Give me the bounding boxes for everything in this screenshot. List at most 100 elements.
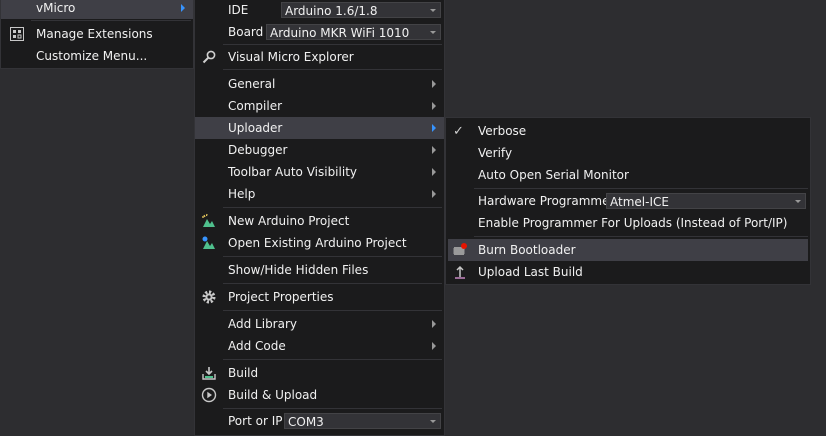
menu-item-compiler[interactable]: Compiler <box>195 95 444 117</box>
menu-item-show-hide-hidden-files[interactable]: Show/Hide Hidden Files <box>195 259 444 281</box>
chevron-down-icon <box>430 420 436 423</box>
upload-icon <box>452 264 468 280</box>
menu-item-manage-extensions[interactable]: Manage Extensions <box>1 23 193 45</box>
menu-item-build-upload[interactable]: Build & Upload <box>195 384 444 406</box>
play-circle-icon <box>201 387 217 403</box>
menu-item-label: Compiler <box>228 99 283 113</box>
menu-item-visual-micro-explorer[interactable]: Visual Micro Explorer <box>195 46 444 68</box>
menu-item-vmicro[interactable]: vMicro <box>1 0 193 19</box>
submenu-arrow-icon <box>432 124 436 132</box>
menu-item-label: Toolbar Auto Visibility <box>228 165 357 179</box>
menu-item-general[interactable]: General <box>195 73 444 95</box>
menu-separator <box>31 20 191 21</box>
menu-item-label: Debugger <box>228 143 288 157</box>
submenu-arrow-icon <box>432 80 436 88</box>
menu-item-label: Manage Extensions <box>36 27 153 41</box>
menu-item-label: General <box>228 77 276 91</box>
menu-item-project-properties[interactable]: Project Properties <box>195 286 444 308</box>
hardware-programmer-row: Hardware Programmer Atmel-ICE <box>446 190 810 212</box>
menu-item-help[interactable]: Help <box>195 183 444 205</box>
menu-item-debugger[interactable]: Debugger <box>195 139 444 161</box>
submenu-arrow-icon <box>432 102 436 110</box>
menu-item-label: Upload Last Build <box>478 265 583 279</box>
menu-item-upload-last-build[interactable]: Upload Last Build <box>446 261 810 283</box>
menu-separator <box>223 69 442 70</box>
port-row: Port or IP COM3 <box>195 410 444 432</box>
menu-item-enable-programmer[interactable]: Enable Programmer For Uploads (Instead o… <box>446 212 810 234</box>
menu-item-toolbar-auto-visibility[interactable]: Toolbar Auto Visibility <box>195 161 444 183</box>
gear-icon <box>201 289 217 305</box>
menu-separator <box>223 207 442 208</box>
menu-item-label: Verbose <box>478 124 527 138</box>
board-row: Board Arduino MKR WiFi 1010 <box>195 21 444 43</box>
menu-item-verbose[interactable]: ✓ Verbose <box>446 120 810 142</box>
ide-row: IDE Arduino 1.6/1.8 <box>195 0 444 21</box>
build-icon <box>201 365 217 381</box>
hardware-programmer-label: Hardware Programmer <box>478 194 615 208</box>
menu-separator <box>474 236 808 237</box>
menu-item-label: Open Existing Arduino Project <box>228 236 407 250</box>
menu-item-label: New Arduino Project <box>228 214 350 228</box>
vmicro-menu: vMicro Manage Extensions Customize Menu.… <box>0 0 194 69</box>
submenu-arrow-icon <box>432 146 436 154</box>
search-icon <box>201 49 217 65</box>
new-project-icon <box>201 213 217 229</box>
menu-item-burn-bootloader[interactable]: Burn Bootloader <box>448 239 808 261</box>
menu-separator <box>474 188 808 189</box>
menu-item-label: Uploader <box>228 121 283 135</box>
board-select[interactable]: Arduino MKR WiFi 1010 <box>266 24 441 40</box>
submenu-arrow-icon <box>432 320 436 328</box>
menu-item-verify[interactable]: Verify <box>446 142 810 164</box>
menu-item-label: Project Properties <box>228 290 334 304</box>
chevron-down-icon <box>430 9 436 12</box>
menu-item-add-code[interactable]: Add Code <box>195 335 444 357</box>
menu-item-vmicro-label: vMicro <box>36 1 76 15</box>
vmicro-submenu: IDE Arduino 1.6/1.8 Board Arduino MKR Wi… <box>194 0 445 436</box>
menu-item-label: Enable Programmer For Uploads (Instead o… <box>478 216 788 230</box>
menu-separator <box>223 359 442 360</box>
menu-item-label: Show/Hide Hidden Files <box>228 263 369 277</box>
board-select-value: Arduino MKR WiFi 1010 <box>270 26 410 40</box>
menu-item-customize-menu[interactable]: Customize Menu... <box>1 45 193 67</box>
ide-select-value: Arduino 1.6/1.8 <box>285 4 378 18</box>
menu-item-build[interactable]: Build <box>195 362 444 384</box>
ide-label: IDE <box>228 3 249 17</box>
hardware-programmer-select[interactable]: Atmel-ICE <box>606 193 806 209</box>
port-select[interactable]: COM3 <box>284 413 441 429</box>
menu-separator <box>223 256 442 257</box>
menu-separator <box>223 283 442 284</box>
menu-item-label: Add Code <box>228 339 286 353</box>
menu-item-label: Help <box>228 187 256 201</box>
checkmark-icon: ✓ <box>453 124 464 139</box>
menu-item-label: Auto Open Serial Monitor <box>478 168 629 182</box>
menu-item-label: Customize Menu... <box>36 49 148 63</box>
menu-item-label: Verify <box>478 146 513 160</box>
chevron-down-icon <box>430 31 436 34</box>
menu-item-label: Add Library <box>228 317 298 331</box>
menu-item-add-library[interactable]: Add Library <box>195 313 444 335</box>
submenu-arrow-icon <box>181 4 185 12</box>
open-project-icon <box>201 235 217 251</box>
menu-separator <box>223 310 442 311</box>
menu-item-open-existing-project[interactable]: Open Existing Arduino Project <box>195 232 444 254</box>
port-label: Port or IP <box>228 414 283 428</box>
ide-select[interactable]: Arduino 1.6/1.8 <box>281 2 441 18</box>
burn-bootloader-icon <box>452 242 468 258</box>
menu-item-label: Burn Bootloader <box>478 243 576 257</box>
menu-item-new-arduino-project[interactable]: New Arduino Project <box>195 210 444 232</box>
menu-item-uploader[interactable]: Uploader <box>195 117 444 139</box>
menu-item-label: Build <box>228 366 259 380</box>
submenu-arrow-icon <box>432 168 436 176</box>
chevron-down-icon <box>795 200 801 203</box>
extensions-icon <box>9 26 25 42</box>
menu-item-label: Visual Micro Explorer <box>228 50 354 64</box>
port-select-value: COM3 <box>288 415 324 429</box>
submenu-arrow-icon <box>432 342 436 350</box>
menu-separator <box>223 408 442 409</box>
board-label: Board <box>228 25 264 39</box>
submenu-arrow-icon <box>432 190 436 198</box>
menu-item-label: Build & Upload <box>228 388 318 402</box>
menu-item-auto-open-serial-monitor[interactable]: Auto Open Serial Monitor <box>446 164 810 186</box>
menu-separator <box>223 44 442 45</box>
hardware-programmer-value: Atmel-ICE <box>610 195 669 209</box>
